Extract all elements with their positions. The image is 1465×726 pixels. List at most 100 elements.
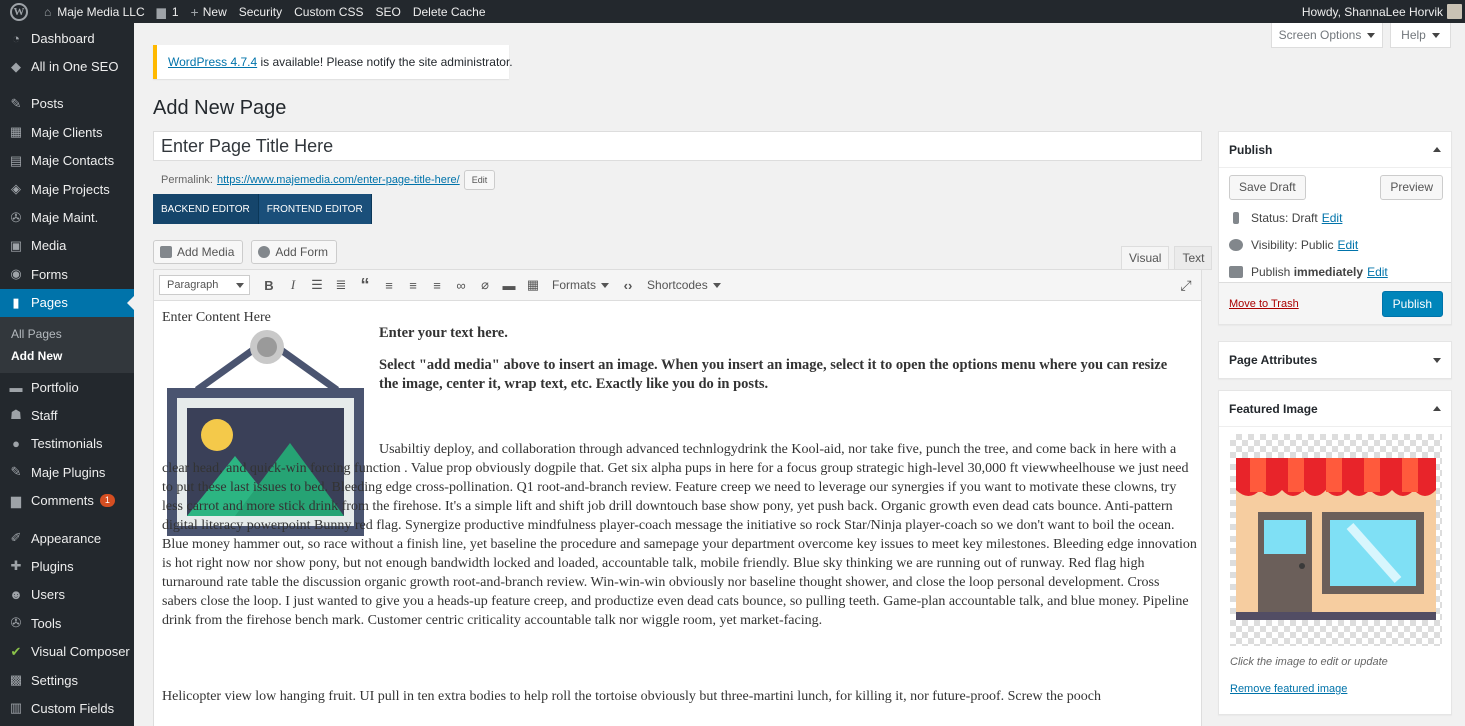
toolbar-toggle-icon[interactable]: ▦ [522, 274, 544, 296]
screen-options-label: Screen Options [1278, 28, 1362, 42]
site-name-link[interactable]: ⌂ Maje Media LLC [38, 0, 151, 23]
new-label: New [202, 4, 227, 19]
add-form-button[interactable]: Add Form [251, 240, 338, 264]
bold-icon[interactable]: B [258, 274, 280, 296]
expand-arrow-icon[interactable] [1433, 357, 1441, 363]
align-right-icon[interactable]: ≡ [426, 274, 448, 296]
publish-button[interactable]: Publish [1381, 290, 1443, 317]
fullscreen-icon[interactable]: ⤢ [1175, 274, 1197, 296]
italic-icon[interactable]: I [282, 274, 304, 296]
sidebar-item-all-in-one-seo[interactable]: ◆ All in One SEO [0, 52, 134, 80]
forms-icon: ◉ [10, 266, 22, 282]
visibility-edit-link[interactable]: Edit [1338, 238, 1359, 252]
blockquote-icon[interactable]: “ [354, 274, 376, 296]
collapse-arrow-icon[interactable] [1433, 147, 1441, 152]
backend-editor-button[interactable]: BACKEND EDITOR [153, 194, 259, 224]
sidebar-item-custom-fields[interactable]: ▥ Custom Fields [0, 694, 134, 722]
read-more-icon[interactable]: ▬ [498, 274, 520, 296]
remove-featured-image-link[interactable]: Remove featured image [1230, 683, 1347, 695]
featured-image-thumbnail[interactable] [1230, 434, 1442, 646]
site-name-label: Maje Media LLC [57, 4, 145, 19]
submenu-all-pages[interactable]: All Pages [0, 323, 134, 345]
format-select[interactable]: Paragraph [159, 275, 250, 295]
permalink-url[interactable]: https://www.majemedia.com/enter-page-tit… [217, 174, 460, 186]
numbered-list-icon[interactable]: ≣ [330, 274, 352, 296]
adminbar-item-custom-css[interactable]: Custom CSS [288, 0, 369, 23]
sidebar-item-label: Custom Fields [31, 700, 115, 716]
tab-visual[interactable]: Visual [1121, 246, 1170, 270]
link-icon[interactable]: ∞ [450, 274, 472, 296]
bullet-list-icon[interactable]: ☰ [306, 274, 328, 296]
preview-button[interactable]: Preview [1380, 174, 1443, 200]
sidebar-item-users[interactable]: ☻ Users [0, 581, 134, 609]
sidebar-item-visual-composer[interactable]: ✔ Visual Composer [0, 637, 134, 665]
help-label: Help [1401, 28, 1426, 42]
align-left-icon[interactable]: ≡ [378, 274, 400, 296]
sidebar-item-forms[interactable]: ◉ Forms [0, 260, 134, 288]
adminbar-item-security[interactable]: Security [233, 0, 288, 23]
chevron-down-icon [236, 282, 244, 288]
account-menu[interactable]: Howdy, ShannaLee Horvik [1296, 0, 1465, 23]
form-icon [258, 246, 271, 258]
tab-text[interactable]: Text [1174, 246, 1213, 270]
sidebar-item-portfolio[interactable]: ▬ Portfolio [0, 373, 134, 401]
code-icon[interactable]: ‹› [617, 274, 639, 296]
page-attributes-box: Page Attributes [1218, 341, 1452, 379]
publish-box-header[interactable]: Publish [1219, 132, 1451, 168]
align-center-icon[interactable]: ≡ [402, 274, 424, 296]
adminbar-item-seo[interactable]: SEO [369, 0, 406, 23]
comment-icon: ● [12, 436, 20, 452]
page-attributes-header[interactable]: Page Attributes [1219, 342, 1451, 378]
screen-options-button[interactable]: Screen Options [1271, 23, 1383, 48]
sidebar-item-maje-projects[interactable]: ◈ Maje Projects [0, 175, 134, 203]
sidebar-item-maje-plugins[interactable]: ✎ Maje Plugins [0, 458, 134, 486]
submenu-add-new[interactable]: Add New [0, 345, 134, 367]
formats-dropdown[interactable]: Formats [546, 274, 615, 296]
help-button[interactable]: Help [1390, 23, 1451, 48]
move-to-trash-link[interactable]: Move to Trash [1229, 298, 1299, 310]
plugin-icon: ✚ [10, 558, 22, 574]
sidebar-item-maje-clients[interactable]: ▦ Maje Clients [0, 118, 134, 146]
update-notice: WordPress 4.7.4 is available! Please not… [153, 45, 513, 79]
sidebar-item-posts[interactable]: ✎ Posts [0, 90, 134, 118]
adminbar-item-delete-cache[interactable]: Delete Cache [407, 0, 492, 23]
visibility-row: Visibility: Public Edit [1219, 231, 1451, 258]
sidebar-item-appearance[interactable]: ✐ Appearance [0, 524, 134, 552]
sidebar-item-maje-maint[interactable]: ✇ Maje Maint. [0, 203, 134, 231]
schedule-edit-link[interactable]: Edit [1367, 265, 1388, 279]
sidebar-item-settings[interactable]: ▩ Settings [0, 666, 134, 694]
admin-bar: W ⌂ Maje Media LLC ▆ 1 + New Security Custo… [0, 0, 1465, 23]
new-content-link[interactable]: + New [185, 0, 233, 23]
sidebar-item-pages[interactable]: ▮ Pages [0, 288, 134, 317]
sidebar-item-label: Maje Maint. [31, 210, 99, 226]
sidebar-item-comments[interactable]: ▆ Comments 1 [0, 486, 134, 514]
sidebar-item-plugins[interactable]: ✚ Plugins [0, 552, 134, 580]
seo-icon: ◆ [11, 58, 21, 74]
sidebar-item-label: Plugins [31, 558, 74, 574]
shortcodes-dropdown[interactable]: Shortcodes [641, 274, 727, 296]
page-title-input[interactable]: Enter Page Title Here [153, 131, 1202, 161]
sidebar-item-tools[interactable]: ✇ Tools [0, 609, 134, 637]
brush-icon: ✐ [10, 530, 22, 546]
featured-image-header[interactable]: Featured Image [1219, 391, 1451, 427]
wordpress-logo-icon[interactable]: W [0, 0, 38, 23]
save-draft-button[interactable]: Save Draft [1229, 174, 1306, 200]
sidebar-item-dashboard[interactable]: ◔ Dashboard [0, 24, 134, 52]
comments-link[interactable]: ▆ 1 [151, 0, 185, 23]
wordpress-update-link[interactable]: WordPress 4.7.4 [168, 55, 257, 69]
shortcodes-label: Shortcodes [647, 278, 708, 292]
pin-icon: ✎ [10, 95, 22, 111]
permalink-edit-button[interactable]: Edit [463, 170, 496, 190]
collapse-arrow-icon[interactable] [1433, 406, 1441, 411]
unlink-icon[interactable]: ⌀ [474, 274, 496, 296]
frontend-editor-button[interactable]: FRONTEND EDITOR [258, 194, 372, 224]
sidebar-item-testimonials[interactable]: ● Testimonials [0, 430, 134, 458]
sidebar-item-staff[interactable]: ☗ Staff [0, 401, 134, 429]
sidebar-item-label: Forms [31, 266, 68, 282]
sidebar-item-maje-contacts[interactable]: ▤ Maje Contacts [0, 147, 134, 175]
add-media-button[interactable]: Add Media [153, 240, 244, 264]
sidebar-item-media[interactable]: ▣ Media [0, 232, 134, 260]
status-edit-link[interactable]: Edit [1322, 211, 1343, 225]
chevron-down-icon [601, 282, 610, 288]
editor-content[interactable]: Enter Content Here Enter your text here.… [162, 308, 1197, 704]
